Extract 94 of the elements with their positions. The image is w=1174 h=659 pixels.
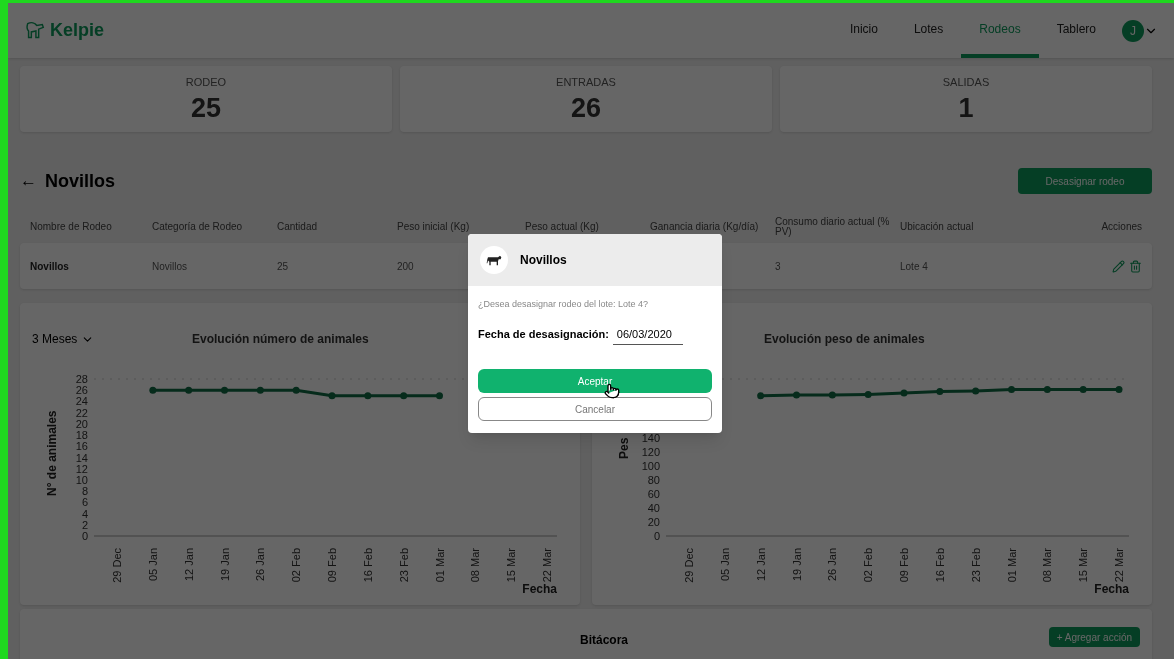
add-action-button[interactable]: + Agregar acción [1048, 627, 1140, 647]
x-axis-label: Fecha [522, 582, 557, 596]
cancel-button[interactable]: Cancelar [478, 397, 712, 421]
brand-name: Kelpie [50, 19, 105, 42]
stat-label: RODEO [185, 75, 227, 90]
chart-title: Evolución número de animales [192, 331, 369, 348]
stat-label: SALIDAS [942, 75, 990, 90]
y-tick-label: 2 [81, 518, 88, 531]
stat-label: ENTRADAS [556, 75, 616, 90]
y-tick-label: 80 [647, 473, 660, 486]
y-tick-label: 16 [75, 440, 88, 453]
column-header: Ubicación actual [900, 222, 975, 232]
column-header: Categoría de Rodeo [152, 222, 244, 232]
y-tick-label: 20 [647, 516, 660, 528]
stat-value: 1 [958, 91, 974, 125]
table-cell-text: Lote 4 [900, 259, 928, 274]
y-tick-label: 8 [81, 485, 88, 498]
column-header: Acciones [1100, 222, 1142, 232]
column-header: Nombre de Rodeo [30, 222, 113, 232]
x-tick-label: 12 Jan [754, 548, 767, 582]
x-tick-label: 19 Jan [218, 548, 231, 582]
column-header: Peso actual (Kg) [525, 222, 600, 232]
date-field[interactable]: 06/03/2020 [612, 323, 683, 345]
unassign-button[interactable]: Desasignar rodeo [1018, 168, 1152, 194]
x-tick-label: 01 Mar [1005, 548, 1018, 583]
y-tick-label: 120 [641, 445, 660, 458]
y-tick-label: 0 [81, 530, 88, 542]
x-tick-label: 29 Dec [111, 548, 123, 583]
stat-value: 25 [190, 91, 221, 125]
x-tick-label: 08 Mar [469, 548, 482, 583]
table-cell-text: 200 [397, 259, 414, 274]
user-avatar[interactable]: J [1122, 19, 1144, 42]
table-cell-text: Novillos [152, 259, 187, 274]
y-tick-label: 20 [75, 417, 88, 430]
x-tick-label: 08 Mar [1041, 548, 1054, 583]
x-tick-label: 16 Feb [361, 548, 374, 583]
x-tick-label: 26 Jan [826, 548, 839, 582]
log-title: Bitácora [580, 632, 629, 649]
y-tick-label: 0 [653, 530, 660, 542]
y-tick-label: 40 [647, 501, 660, 514]
y-tick-label: 18 [75, 429, 88, 442]
back-arrow[interactable]: ← [20, 168, 37, 194]
nav-tab[interactable]: Tablero [1038, 3, 1114, 58]
dialog-title: Novillos [520, 252, 567, 269]
x-tick-label: 09 Feb [326, 548, 338, 583]
x-tick-label: 29 Dec [683, 548, 695, 583]
x-tick-label: 09 Feb [898, 548, 910, 583]
column-header: Peso inicial (Kg) [397, 222, 471, 232]
y-tick-label: 28 [75, 373, 88, 385]
table-cell-text: 25 [277, 259, 289, 274]
y-tick-label: 12 [75, 462, 88, 475]
x-axis-label: Fecha [1094, 582, 1129, 596]
y-tick-label: 60 [647, 487, 660, 500]
date-label: Fecha de desasignación: [478, 327, 609, 342]
accept-button[interactable]: Aceptar [478, 369, 712, 393]
x-tick-label: 19 Jan [790, 548, 803, 582]
x-tick-label: 22 Mar [541, 548, 553, 583]
x-tick-label: 12 Jan [182, 548, 195, 582]
nav-tab[interactable]: Rodeos [961, 3, 1039, 58]
nav-tab[interactable]: Lotes [895, 3, 962, 58]
y-tick-label: 22 [75, 406, 88, 419]
table-cell-text: Novillos [30, 259, 69, 274]
x-tick-label: 22 Mar [1113, 548, 1125, 583]
x-tick-label: 01 Mar [433, 548, 446, 583]
x-tick-label: 16 Feb [933, 548, 946, 583]
column-header: Cantidad [277, 222, 319, 232]
y-tick-label: 26 [75, 384, 88, 397]
x-tick-label: 02 Feb [290, 548, 303, 583]
y-axis-label: N° de animales [45, 410, 59, 496]
x-tick-label: 05 Jan [146, 548, 159, 582]
x-tick-label: 15 Mar [1077, 548, 1090, 583]
y-tick-label: 100 [641, 459, 660, 472]
period-dropdown[interactable]: 3 Meses [32, 330, 142, 348]
table-cell-text: 3 [775, 259, 781, 274]
y-tick-label: 24 [75, 395, 88, 408]
stat-value: 26 [570, 91, 601, 125]
x-tick-label: 05 Jan [718, 548, 731, 582]
column-header: Consumo diario actual (% PV) [775, 217, 891, 237]
column-header: Ganancia diaria (Kg/día) [650, 222, 760, 232]
y-tick-label: 4 [81, 507, 88, 520]
y-tick-label: 10 [75, 473, 88, 486]
x-tick-label: 23 Feb [969, 548, 982, 583]
y-tick-label: 140 [641, 431, 660, 444]
chart-title: Evolución peso de animales [764, 331, 925, 348]
page-title: Novillos [45, 169, 115, 193]
dialog-question: ¿Desea desasignar rodeo del lote: Lote 4? [478, 298, 650, 311]
x-tick-label: 15 Mar [505, 548, 518, 583]
x-tick-label: 23 Feb [397, 548, 410, 583]
x-tick-label: 26 Jan [254, 548, 267, 582]
y-tick-label: 14 [75, 451, 88, 464]
y-axis-label: Pes [617, 437, 631, 459]
x-tick-label: 02 Feb [862, 548, 875, 583]
y-tick-label: 6 [81, 496, 88, 509]
nav-tab[interactable]: Inicio [831, 3, 896, 58]
